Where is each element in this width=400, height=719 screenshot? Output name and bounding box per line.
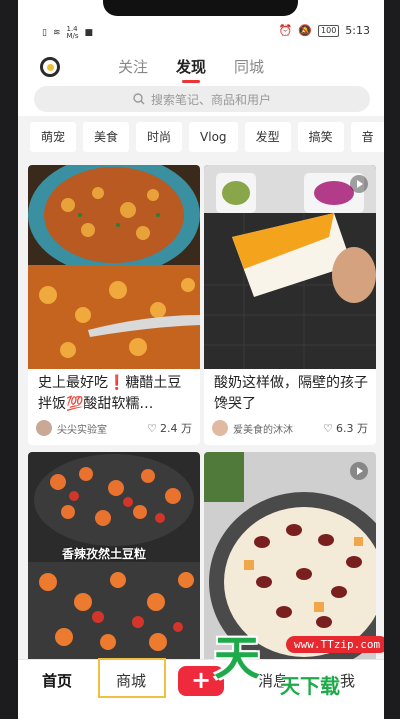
chip-funny[interactable]: 搞笑 [297, 122, 344, 152]
like-button[interactable]: ♡ 2.4 万 [147, 420, 192, 436]
nav-home[interactable]: 首页 [42, 670, 72, 691]
camera-notch [103, 0, 298, 16]
status-left: ▯ ≋ 1.4 M/s ■ [42, 26, 93, 40]
card-image [204, 165, 376, 369]
notification-icon: ■ [84, 28, 94, 38]
chip-fashion[interactable]: 时尚 [136, 122, 183, 152]
card-image [28, 165, 200, 369]
net-speed: 1.4 M/s [66, 25, 79, 40]
search-area: 搜索笔记、商品和用户 [18, 86, 384, 116]
author-name: 尖尖实验室 [57, 424, 107, 436]
chip-vlog[interactable]: Vlog [189, 122, 238, 152]
like-button[interactable]: ♡ 6.3 万 [323, 420, 368, 436]
video-play-icon [350, 462, 368, 480]
top-bar: 关注 发现 同城 [18, 46, 384, 86]
wifi-icon: ≋ [52, 28, 61, 38]
chip-food[interactable]: 美食 [83, 122, 130, 152]
search-placeholder: 搜索笔记、商品和用户 [150, 92, 271, 107]
card-meta: 爱美食的沐沐 ♡ 6.3 万 [212, 420, 368, 436]
feed-card-1[interactable]: 史上最好吃❗糖醋土豆拌饭💯酸甜软糯… 尖尖实验室 ♡ 2.4 万 [28, 165, 200, 445]
card-meta: 尖尖实验室 ♡ 2.4 万 [36, 420, 192, 436]
chip-pets[interactable]: 萌宠 [30, 122, 77, 152]
avatar [36, 420, 52, 436]
alarm-icon: ⏰ [278, 24, 293, 37]
chip-hairstyle[interactable]: 发型 [244, 122, 291, 152]
feed-card-2[interactable]: 酸奶这样做，隔壁的孩子馋哭了 爱美食的沐沐 ♡ 6.3 万 [204, 165, 376, 445]
video-play-icon [350, 175, 368, 193]
image-caption: 香辣孜然土豆粒 [62, 547, 147, 561]
like-count: 6.3 万 [336, 422, 368, 435]
mute-icon: 🔕 [298, 24, 313, 37]
phone-screen: ▯ ≋ 1.4 M/s ■ ⏰ 🔕 100 5:13 关注 发现 同城 搜索笔记… [18, 0, 384, 719]
tab-follow[interactable]: 关注 [118, 56, 148, 77]
watermark-text: 天下载 [280, 674, 340, 698]
search-input[interactable]: 搜索笔记、商品和用户 [34, 86, 370, 112]
watermark-logo: 天 [214, 631, 260, 685]
heart-icon: ♡ [323, 421, 333, 435]
battery-icon: 100 [318, 24, 340, 37]
sim-icon: ▯ [42, 28, 47, 38]
search-icon [133, 93, 145, 105]
chip-music[interactable]: 音 [350, 122, 384, 152]
avatar [212, 420, 228, 436]
feed-card-3[interactable]: 香辣孜然土豆粒 [28, 452, 200, 662]
nav-shop[interactable]: 商城 [116, 670, 146, 691]
tab-nearby[interactable]: 同城 [234, 56, 264, 77]
author-name: 爱美食的沐沐 [233, 424, 293, 436]
heart-icon: ♡ [147, 421, 157, 435]
clock: 5:13 [345, 24, 370, 37]
watermark-url: www.TTzip.com [286, 636, 384, 653]
app-logo-icon[interactable] [40, 57, 60, 77]
nav-me[interactable]: 我 [340, 670, 355, 691]
card-title: 史上最好吃❗糖醋土豆拌饭💯酸甜软糯… [38, 375, 182, 412]
status-right: ⏰ 🔕 100 5:13 [279, 24, 370, 37]
tab-discover[interactable]: 发现 [176, 56, 206, 83]
card-title: 酸奶这样做，隔壁的孩子馋哭了 [214, 375, 368, 412]
like-count: 2.4 万 [160, 422, 192, 435]
category-chips: 萌宠 美食 时尚 Vlog 发型 搞笑 音 [18, 122, 384, 156]
feed-tabs: 关注 发现 同城 [118, 56, 264, 83]
